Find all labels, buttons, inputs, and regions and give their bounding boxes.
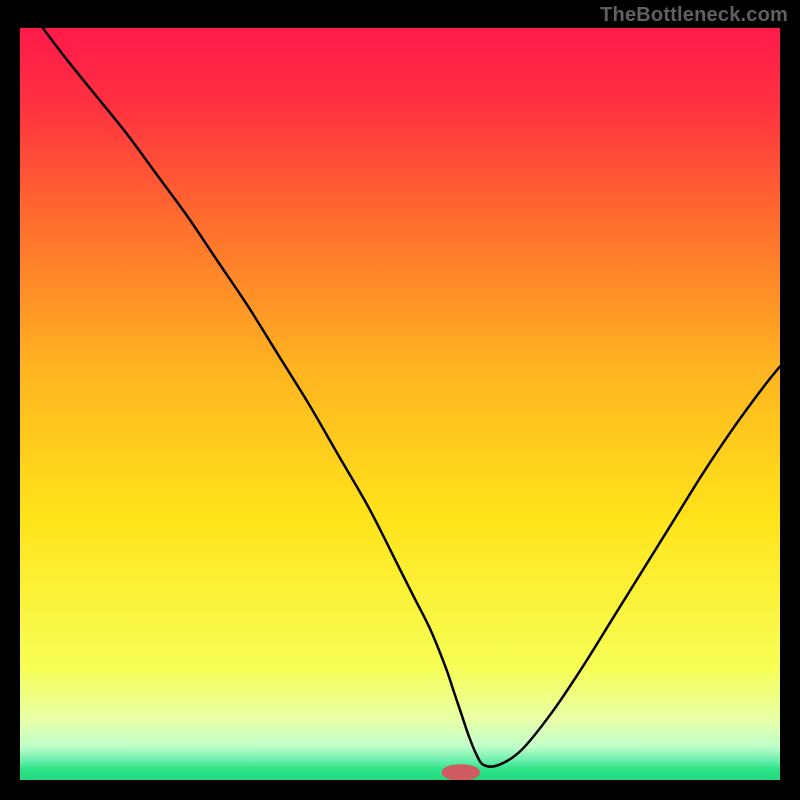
- bottleneck-marker: [442, 764, 480, 780]
- bottleneck-chart: [20, 28, 780, 780]
- gradient-background: [20, 28, 780, 780]
- chart-frame: TheBottleneck.com: [0, 0, 800, 800]
- watermark-text: TheBottleneck.com: [600, 4, 788, 27]
